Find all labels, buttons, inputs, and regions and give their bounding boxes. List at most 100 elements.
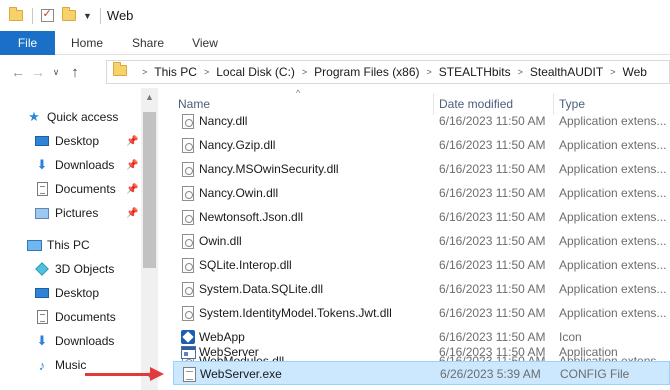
nav-item-3d-objects[interactable]: 3D Objects xyxy=(34,257,114,281)
breadcrumb-stealthaudit[interactable]: StealthAUDIT xyxy=(530,65,603,79)
up-arrow-icon[interactable]: ↑ xyxy=(64,61,86,83)
pin-icon[interactable]: 📌 xyxy=(126,160,138,171)
scroll-up-icon[interactable]: ▲ xyxy=(145,92,154,102)
file-date: 6/16/2023 11:50 AM xyxy=(439,162,546,176)
dll-file-icon xyxy=(180,161,196,177)
file-row[interactable]: SQLite.Interop.dll 6/16/2023 11:50 AM Ap… xyxy=(173,253,670,277)
desktop-icon xyxy=(34,133,50,149)
star-icon: ★ xyxy=(28,109,40,124)
file-type: Application extens... xyxy=(559,306,667,320)
back-arrow-icon[interactable]: ← xyxy=(8,61,28,83)
file-type: Application extens... xyxy=(559,258,667,272)
tab-share[interactable]: Share xyxy=(119,31,177,55)
nav-item-documents-pinned[interactable]: Documents xyxy=(34,177,116,201)
file-type: Application extens... xyxy=(559,282,667,296)
dll-file-icon xyxy=(180,209,196,225)
navigation-scrollbar[interactable]: ▲ ▼ xyxy=(141,88,158,390)
nav-item-downloads[interactable]: ⬇ Downloads xyxy=(34,329,115,353)
forward-arrow-icon[interactable]: → xyxy=(28,61,48,83)
nav-item-this-pc[interactable]: This PC xyxy=(26,233,90,257)
file-row[interactable]: Owin.dll 6/16/2023 11:50 AM Application … xyxy=(173,229,670,253)
annotation-arrow-shaft xyxy=(85,373,153,376)
file-row[interactable]: System.IdentityModel.Tokens.Jwt.dll 6/16… xyxy=(173,301,670,325)
customize-dropdown-icon[interactable]: ▼ xyxy=(83,11,92,21)
file-date: 6/16/2023 11:50 AM xyxy=(439,306,546,320)
pin-icon[interactable]: 📌 xyxy=(126,208,138,219)
file-date: 6/16/2023 11:50 AM xyxy=(439,282,546,296)
file-date: 6/16/2023 11:50 AM xyxy=(439,138,546,152)
properties-icon[interactable] xyxy=(39,7,55,24)
title-bar: ▼ Web xyxy=(0,0,670,31)
file-name: SQLite.Interop.dll xyxy=(199,258,292,272)
config-file-icon xyxy=(181,366,197,382)
file-row-selected[interactable]: WebServer.exe 6/26/2023 5:39 AM CONFIG F… xyxy=(173,361,670,385)
scrollbar-thumb[interactable] xyxy=(143,112,156,268)
folder-icon xyxy=(113,62,127,79)
file-name: Nancy.MSOwinSecurity.dll xyxy=(199,162,339,176)
chevron-right-icon[interactable]: > xyxy=(610,67,615,77)
nav-item-pictures-pinned[interactable]: Pictures xyxy=(34,201,98,225)
dll-file-icon xyxy=(180,233,196,249)
file-row[interactable]: Nancy.dll 6/16/2023 11:50 AM Application… xyxy=(173,109,670,133)
breadcrumb-web[interactable]: Web xyxy=(622,65,646,79)
download-icon: ⬇ xyxy=(36,333,48,348)
file-name: Nancy.dll xyxy=(199,114,248,128)
nav-item-desktop-pinned[interactable]: Desktop xyxy=(34,129,99,153)
nav-item-documents[interactable]: Documents xyxy=(34,305,116,329)
nav-label: Desktop xyxy=(55,286,100,300)
nav-label: Documents xyxy=(55,310,116,324)
file-type: Application xyxy=(559,345,618,359)
file-date: 6/26/2023 5:39 AM xyxy=(440,367,541,381)
dll-file-icon xyxy=(180,137,196,153)
breadcrumb-stealthbits[interactable]: STEALTHbits xyxy=(439,65,511,79)
file-row[interactable]: Nancy.MSOwinSecurity.dll 6/16/2023 11:50… xyxy=(173,157,670,181)
address-row: ← → ∨ ↑ > This PC > Local Disk (C:) > Pr… xyxy=(0,56,670,88)
3d-objects-icon xyxy=(34,261,50,277)
breadcrumb-this-pc[interactable]: This PC xyxy=(154,65,197,79)
folder-icon xyxy=(8,7,24,24)
nav-label: Desktop xyxy=(55,134,100,148)
file-type: Application extens... xyxy=(559,138,667,152)
file-row[interactable]: Newtonsoft.Json.dll 6/16/2023 11:50 AM A… xyxy=(173,205,670,229)
file-date: 6/16/2023 11:50 AM xyxy=(439,210,546,224)
nav-label: Downloads xyxy=(55,334,115,348)
file-type: Application extens... xyxy=(559,162,667,176)
nav-item-music[interactable]: ♪ Music xyxy=(34,353,87,377)
exe-file-icon xyxy=(180,344,196,360)
recent-locations-dropdown-icon[interactable]: ∨ xyxy=(48,61,64,83)
address-bar[interactable]: > This PC > Local Disk (C:) > Program Fi… xyxy=(106,60,670,84)
chevron-right-icon[interactable]: > xyxy=(204,67,209,77)
toolbar-divider xyxy=(32,7,33,24)
chevron-right-icon[interactable]: > xyxy=(302,67,307,77)
nav-item-downloads-pinned[interactable]: ⬇ Downloads xyxy=(34,153,115,177)
file-date: 6/16/2023 11:50 AM xyxy=(439,186,546,200)
computer-icon xyxy=(26,237,42,253)
tab-file[interactable]: File xyxy=(0,31,55,55)
chevron-right-icon[interactable]: > xyxy=(518,67,523,77)
file-type: Application extens... xyxy=(559,114,667,128)
pin-icon[interactable]: 📌 xyxy=(126,184,138,195)
breadcrumb-program-files-x86[interactable]: Program Files (x86) xyxy=(314,65,419,79)
new-folder-icon[interactable] xyxy=(61,7,77,24)
file-row[interactable]: Nancy.Owin.dll 6/16/2023 11:50 AM Applic… xyxy=(173,181,670,205)
chevron-right-icon[interactable]: > xyxy=(142,67,147,77)
dll-file-icon xyxy=(180,257,196,273)
file-row[interactable]: System.Data.SQLite.dll 6/16/2023 11:50 A… xyxy=(173,277,670,301)
window-title: Web xyxy=(106,8,134,23)
nav-item-quick-access[interactable]: ★ Quick access xyxy=(26,105,118,129)
nav-item-desktop[interactable]: Desktop xyxy=(34,281,99,305)
file-row[interactable]: Nancy.Gzip.dll 6/16/2023 11:50 AM Applic… xyxy=(173,133,670,157)
tab-view[interactable]: View xyxy=(177,31,233,55)
chevron-right-icon[interactable]: > xyxy=(427,67,432,77)
file-date: 6/16/2023 11:50 AM xyxy=(439,345,546,359)
nav-label: This PC xyxy=(47,238,90,252)
breadcrumb-local-disk[interactable]: Local Disk (C:) xyxy=(216,65,295,79)
file-date: 6/16/2023 11:50 AM xyxy=(439,114,546,128)
dll-file-icon xyxy=(180,305,196,321)
pin-icon[interactable]: 📌 xyxy=(126,136,138,147)
file-name: Nancy.Owin.dll xyxy=(199,186,279,200)
file-date: 6/16/2023 11:50 AM xyxy=(439,234,546,248)
tab-home[interactable]: Home xyxy=(55,31,119,55)
download-icon: ⬇ xyxy=(36,157,48,172)
nav-label: Quick access xyxy=(47,110,119,124)
